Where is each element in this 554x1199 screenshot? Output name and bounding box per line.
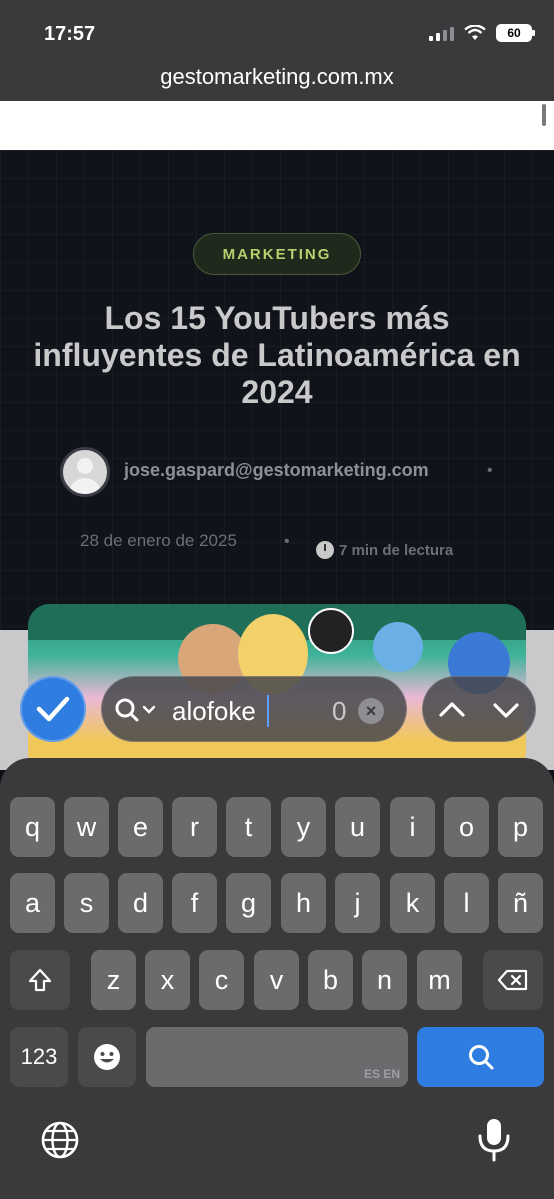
scrollbar[interactable] bbox=[542, 104, 546, 126]
key-s[interactable]: s bbox=[64, 873, 109, 933]
author-avatar bbox=[60, 447, 110, 497]
status-indicators: 60 bbox=[429, 24, 535, 42]
key-q[interactable]: q bbox=[10, 797, 55, 857]
shift-arrow-icon bbox=[28, 968, 52, 992]
read-time: 7 min de lectura bbox=[316, 541, 453, 559]
search-key[interactable] bbox=[417, 1027, 544, 1087]
key-m[interactable]: m bbox=[417, 950, 462, 1010]
key-n-tilde[interactable]: ñ bbox=[498, 873, 543, 933]
status-time: 17:57 bbox=[44, 23, 96, 45]
battery-icon: 60 bbox=[496, 24, 535, 42]
stopwatch-icon bbox=[316, 541, 334, 559]
key-f[interactable]: f bbox=[172, 873, 217, 933]
key-z[interactable]: z bbox=[91, 950, 136, 1010]
backspace-key[interactable] bbox=[483, 950, 543, 1010]
globe-icon[interactable] bbox=[40, 1120, 80, 1160]
match-count: 0 bbox=[332, 696, 347, 726]
key-w[interactable]: w bbox=[64, 797, 109, 857]
find-in-page-field[interactable]: alofoke 0 × bbox=[101, 676, 407, 742]
wifi-icon bbox=[464, 25, 486, 40]
key-k[interactable]: k bbox=[390, 873, 435, 933]
key-b[interactable]: b bbox=[308, 950, 353, 1010]
key-p[interactable]: p bbox=[498, 797, 543, 857]
url-address[interactable]: gestomarketing.com.mx bbox=[0, 64, 554, 90]
emoji-icon bbox=[94, 1044, 120, 1070]
read-time-label: 7 min de lectura bbox=[339, 541, 454, 559]
key-c[interactable]: c bbox=[199, 950, 244, 1010]
previous-match-button[interactable] bbox=[437, 693, 467, 727]
key-g[interactable]: g bbox=[226, 873, 271, 933]
key-r[interactable]: r bbox=[172, 797, 217, 857]
key-i[interactable]: i bbox=[390, 797, 435, 857]
page-header-strip bbox=[0, 101, 554, 150]
key-l[interactable]: l bbox=[444, 873, 489, 933]
meta-separator: • bbox=[284, 533, 290, 550]
key-x[interactable]: x bbox=[145, 950, 190, 1010]
clear-icon[interactable]: × bbox=[358, 698, 384, 724]
chevron-down-icon[interactable] bbox=[142, 705, 156, 715]
article-title: Los 15 YouTubers más influyentes de Lati… bbox=[33, 300, 521, 410]
magnifier-icon[interactable] bbox=[114, 697, 140, 723]
key-h[interactable]: h bbox=[281, 873, 326, 933]
numbers-key[interactable]: 123 bbox=[10, 1027, 68, 1087]
find-done-button[interactable] bbox=[20, 676, 86, 742]
key-d[interactable]: d bbox=[118, 873, 163, 933]
search-icon bbox=[468, 1045, 493, 1070]
checkmark-icon bbox=[36, 696, 70, 722]
article-date: 28 de enero de 2025 bbox=[80, 531, 237, 550]
key-o[interactable]: o bbox=[444, 797, 489, 857]
key-j[interactable]: j bbox=[335, 873, 380, 933]
key-v[interactable]: v bbox=[254, 950, 299, 1010]
space-bar-language: ES EN bbox=[363, 1067, 400, 1081]
key-n[interactable]: n bbox=[362, 950, 407, 1010]
cellular-signal-icon bbox=[429, 25, 454, 41]
key-t[interactable]: t bbox=[226, 797, 271, 857]
key-u[interactable]: u bbox=[335, 797, 380, 857]
emoji-key[interactable] bbox=[78, 1027, 136, 1087]
find-query-text[interactable]: alofoke bbox=[172, 696, 256, 727]
space-bar[interactable]: ES EN bbox=[146, 1027, 408, 1087]
author-email[interactable]: jose.gaspard@gestomarketing.com bbox=[124, 460, 429, 481]
key-y[interactable]: y bbox=[281, 797, 326, 857]
find-navigation bbox=[422, 676, 536, 742]
shift-key[interactable] bbox=[10, 950, 70, 1010]
key-a[interactable]: a bbox=[10, 873, 55, 933]
backspace-icon bbox=[497, 969, 528, 991]
microphone-icon[interactable] bbox=[474, 1118, 514, 1162]
category-badge[interactable]: MARKETING bbox=[193, 233, 361, 275]
status-and-url-bar: 17:57 60 gestomarketing.com.mx bbox=[0, 0, 554, 101]
text-caret bbox=[267, 695, 269, 727]
meta-separator: • bbox=[487, 462, 493, 479]
next-match-button[interactable] bbox=[491, 693, 521, 727]
key-e[interactable]: e bbox=[118, 797, 163, 857]
